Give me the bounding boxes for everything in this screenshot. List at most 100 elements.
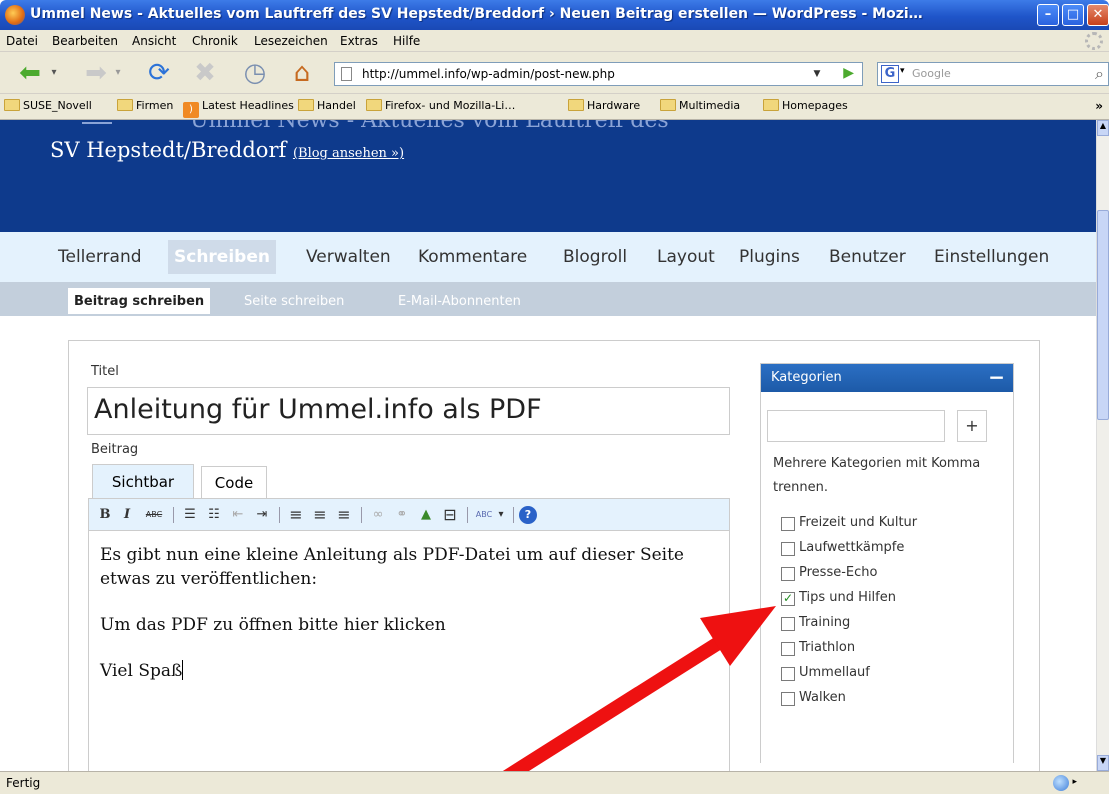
category-checkbox[interactable] — [781, 642, 795, 656]
bookmark-latest-headlines[interactable]: ) Latest Headlines — [183, 99, 294, 118]
url-text[interactable]: http://ummel.info/wp-admin/post-new.php — [362, 67, 615, 81]
category-checkbox[interactable] — [781, 617, 795, 631]
collapse-icon[interactable]: − — [988, 365, 1005, 389]
italic-button[interactable]: I — [119, 505, 135, 525]
folder-icon — [763, 99, 779, 111]
search-input[interactable]: Google — [912, 67, 951, 80]
back-button[interactable]: ⬅ — [14, 59, 46, 87]
align-left-button[interactable]: ≡ — [285, 505, 307, 525]
bookmarks-overflow-button[interactable]: » — [1095, 99, 1103, 113]
spellcheck-dropdown-icon[interactable]: ▾ — [495, 505, 507, 525]
category-checkbox[interactable] — [781, 667, 795, 681]
spellcheck-button[interactable]: ABC — [473, 505, 495, 525]
folder-icon — [117, 99, 133, 111]
menu-extras[interactable]: Extras — [340, 34, 378, 48]
menu-datei[interactable]: Datei — [6, 34, 38, 48]
post-title-input[interactable]: Anleitung für Ummel.info als PDF — [87, 387, 730, 435]
scroll-thumb[interactable] — [1097, 210, 1109, 420]
url-dropdown-icon[interactable]: ▼ — [807, 64, 827, 84]
close-button[interactable]: ✕ — [1087, 4, 1109, 26]
tab-blogroll[interactable]: Blogroll — [557, 240, 633, 274]
google-icon[interactable]: G — [881, 65, 899, 83]
pdf-link-paragraph[interactable]: Um das PDF zu öffnen bitte hier klicken — [100, 613, 720, 637]
go-button[interactable]: ▶ — [843, 65, 854, 81]
bookmark-hardware[interactable]: Hardware — [568, 99, 640, 112]
link-button[interactable]: ∞ — [367, 505, 389, 525]
bookmark-suse-novell[interactable]: SUSE_Novell — [4, 99, 92, 112]
tab-visual[interactable]: Sichtbar — [92, 464, 194, 498]
numbered-list-button[interactable]: ☷ — [203, 505, 225, 525]
bookmark-firefox-mozilla[interactable]: Firefox- und Mozilla-Li… — [366, 99, 515, 112]
minimize-button[interactable]: – — [1037, 4, 1059, 26]
folder-icon — [298, 99, 314, 111]
bookmark-multimedia[interactable]: Multimedia — [660, 99, 740, 112]
forward-button[interactable]: ➡ — [80, 59, 112, 87]
align-right-button[interactable]: ≡ — [333, 505, 355, 525]
category-checkbox[interactable] — [781, 517, 795, 531]
bookmark-handel[interactable]: Handel — [298, 99, 356, 112]
home-button[interactable]: ⌂ — [287, 59, 317, 87]
align-center-button[interactable]: ≡ — [309, 505, 331, 525]
bullet-list-button[interactable]: ☰ — [179, 505, 201, 525]
bookmark-homepages[interactable]: Homepages — [763, 99, 848, 112]
tab-schreiben[interactable]: Schreiben — [168, 240, 276, 274]
categories-header[interactable]: Kategorien − — [761, 364, 1013, 392]
category-checkbox[interactable] — [781, 591, 795, 606]
tab-einstellungen[interactable]: Einstellungen — [928, 240, 1055, 274]
network-dropdown-icon[interactable]: ▸ — [1072, 777, 1077, 787]
scroll-down-icon[interactable]: ▼ — [1097, 755, 1109, 771]
outdent-button[interactable]: ⇤ — [227, 505, 249, 525]
category-label: Walken — [799, 690, 846, 705]
strikethrough-button[interactable]: ABC — [141, 505, 167, 525]
search-bar[interactable]: G ▾ Google ⌕ — [877, 62, 1109, 86]
new-category-input[interactable] — [767, 410, 945, 442]
menu-hilfe[interactable]: Hilfe — [393, 34, 420, 48]
tab-kommentare[interactable]: Kommentare — [412, 240, 533, 274]
forward-history-dropdown-icon[interactable]: ▾ — [112, 59, 124, 87]
history-button[interactable]: ◷ — [240, 59, 270, 87]
indent-button[interactable]: ⇥ — [251, 505, 273, 525]
subtab-beitrag-schreiben[interactable]: Beitrag schreiben — [68, 288, 211, 314]
insert-image-button[interactable]: ▲ — [415, 505, 437, 525]
insert-more-button[interactable]: ⊟ — [439, 505, 461, 525]
scroll-up-icon[interactable]: ▲ — [1097, 120, 1109, 136]
tab-code[interactable]: Code — [201, 466, 267, 498]
bold-button[interactable]: B — [97, 505, 113, 525]
subtab-email-abonnenten[interactable]: E-Mail-Abonnenten — [392, 288, 527, 314]
menu-ansicht[interactable]: Ansicht — [132, 34, 176, 48]
folder-icon — [660, 99, 676, 111]
back-history-dropdown-icon[interactable]: ▾ — [48, 59, 60, 87]
categories-title: Kategorien — [771, 370, 842, 385]
tab-layout[interactable]: Layout — [651, 240, 721, 274]
post-editor[interactable]: B I ABC ☰ ☷ ⇤ ⇥ ≡ ≡ ≡ ∞ ⚭ ▲ ⊟ ABC ▾ ? Es… — [88, 498, 730, 771]
stop-button[interactable]: ✖ — [190, 59, 220, 87]
throbber-icon — [1085, 32, 1103, 50]
add-category-button[interactable]: + — [957, 410, 987, 442]
category-checkbox[interactable] — [781, 542, 795, 556]
help-button[interactable]: ? — [519, 506, 537, 524]
search-icon[interactable]: ⌕ — [1095, 64, 1104, 84]
maximize-button[interactable]: □ — [1062, 4, 1084, 26]
menu-lesezeichen[interactable]: Lesezeichen — [254, 34, 328, 48]
category-checkbox[interactable] — [781, 692, 795, 706]
editor-content[interactable]: Es gibt nun eine kleine Anleitung als PD… — [100, 543, 720, 705]
bookmark-firmen[interactable]: Firmen — [117, 99, 173, 112]
reload-button[interactable]: ⟳ — [144, 59, 174, 87]
url-bar[interactable]: http://ummel.info/wp-admin/post-new.php … — [334, 62, 863, 86]
content-paragraph-last: Viel Spaß — [100, 660, 184, 681]
tab-verwalten[interactable]: Verwalten — [300, 240, 397, 274]
tab-benutzer[interactable]: Benutzer — [823, 240, 912, 274]
category-checkbox[interactable] — [781, 567, 795, 581]
page-scrollbar[interactable]: ▲ ▼ — [1096, 120, 1109, 771]
tab-tellerrand[interactable]: Tellerrand — [52, 240, 148, 274]
search-engine-dropdown-icon[interactable]: ▾ — [900, 66, 905, 76]
menu-bearbeiten[interactable]: Bearbeiten — [52, 34, 118, 48]
subtab-seite-schreiben[interactable]: Seite schreiben — [238, 288, 350, 314]
tab-plugins[interactable]: Plugins — [733, 240, 806, 274]
view-blog-link[interactable]: (Blog ansehen ») — [293, 146, 404, 161]
menu-chronik[interactable]: Chronik — [192, 34, 238, 48]
window-titlebar[interactable]: Ummel News - Aktuelles vom Lauftreff des… — [0, 0, 1109, 30]
rss-icon: ) — [183, 102, 199, 118]
network-icon[interactable] — [1053, 775, 1069, 791]
unlink-button[interactable]: ⚭ — [391, 505, 413, 525]
